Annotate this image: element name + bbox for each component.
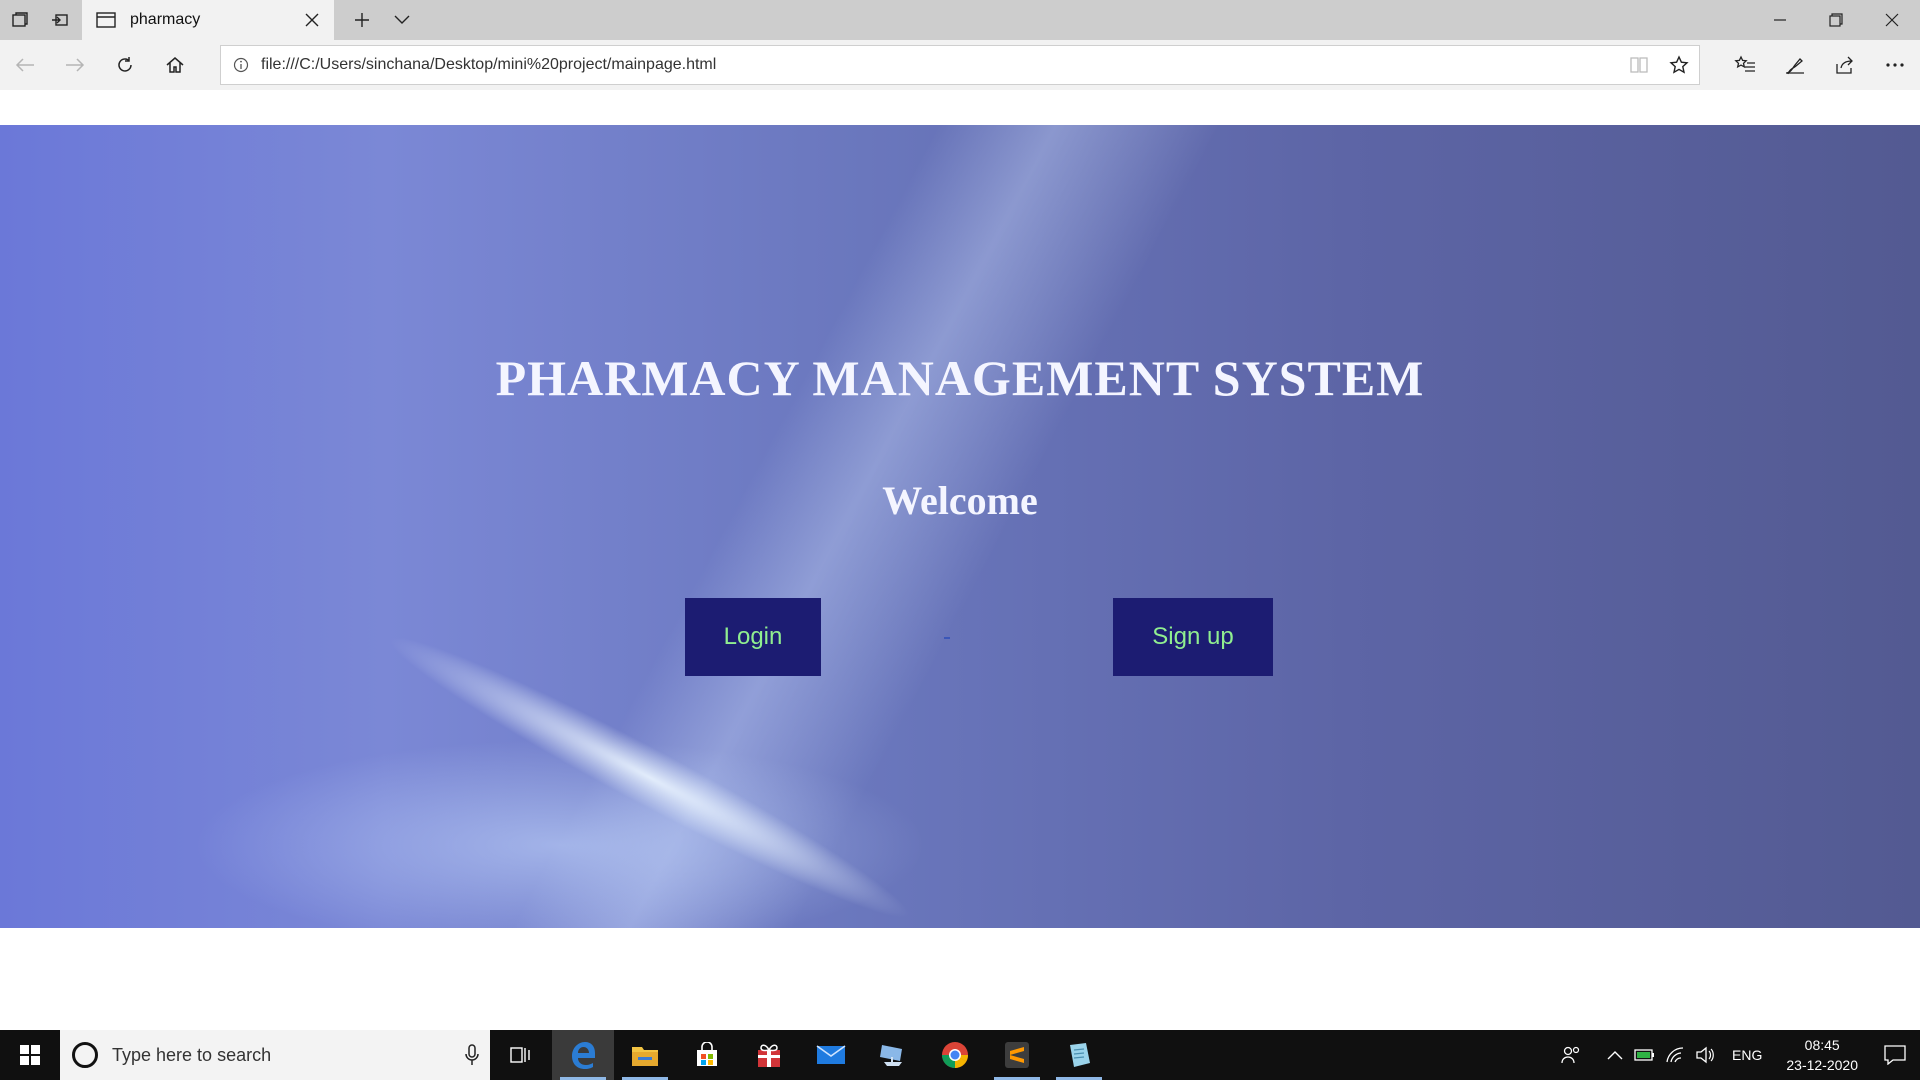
taskbar-edge[interactable]	[552, 1030, 614, 1080]
volume-icon[interactable]	[1690, 1030, 1720, 1080]
sublime-text-icon	[1005, 1042, 1029, 1068]
taskbar-notepad[interactable]	[1048, 1030, 1110, 1080]
set-tabs-aside-button[interactable]	[40, 0, 80, 40]
address-bar[interactable]: file:///C:/Users/sinchana/Desktop/mini%2…	[220, 45, 1700, 85]
back-button[interactable]	[0, 40, 50, 90]
reading-view-icon[interactable]	[1619, 46, 1659, 84]
favorites-list-icon	[1734, 55, 1755, 72]
chevron-up-icon[interactable]	[1600, 1030, 1630, 1080]
close-icon	[1885, 13, 1899, 27]
refresh-icon	[118, 57, 132, 72]
network-pc-icon	[880, 1045, 902, 1066]
taskbar-mail[interactable]	[800, 1030, 862, 1080]
close-window-button[interactable]	[1864, 0, 1920, 40]
battery-icon[interactable]	[1630, 1030, 1660, 1080]
tab-strip: pharmacy	[0, 0, 1920, 40]
tab-pharmacy[interactable]: pharmacy	[82, 0, 334, 40]
taskbar-search[interactable]: Type here to search	[60, 1030, 490, 1080]
more-button[interactable]	[1870, 40, 1920, 90]
refresh-button[interactable]	[100, 40, 150, 90]
taskbar-gift-app[interactable]	[738, 1030, 800, 1080]
clock[interactable]: 08:45 23-12-2020	[1774, 1035, 1870, 1075]
file-explorer-icon	[632, 1047, 658, 1066]
mail-icon	[816, 1045, 846, 1064]
home-button[interactable]	[150, 40, 200, 90]
tab-actions-button[interactable]	[0, 0, 40, 40]
restore-icon	[1829, 13, 1843, 27]
close-tab-icon[interactable]	[300, 8, 324, 32]
chrome-icon	[941, 1042, 969, 1069]
set-aside-icon	[52, 14, 68, 26]
page-icon	[94, 8, 118, 32]
browser-toolbar	[1720, 40, 1920, 90]
minimize-button[interactable]	[1752, 0, 1808, 40]
window-controls	[1752, 0, 1920, 40]
clock-time: 08:45	[1804, 1037, 1840, 1053]
page-viewport: PHARMACY MANAGEMENT SYSTEM Welcome Login…	[0, 90, 1920, 1030]
minimize-icon	[1774, 19, 1786, 21]
tabs-aside-icon	[12, 12, 28, 27]
edge-icon	[572, 1042, 595, 1069]
notification-icon	[1884, 1045, 1906, 1065]
restore-button[interactable]	[1808, 0, 1864, 40]
taskbar-network-app[interactable]	[862, 1030, 924, 1080]
hero-banner: PHARMACY MANAGEMENT SYSTEM Welcome Login…	[0, 125, 1920, 928]
tab-preview-button[interactable]	[382, 0, 422, 40]
chevron-down-icon	[394, 15, 410, 24]
action-center-button[interactable]	[1870, 1030, 1920, 1080]
info-icon[interactable]	[221, 46, 261, 84]
task-view-button[interactable]	[490, 1030, 552, 1080]
start-button[interactable]	[0, 1030, 60, 1080]
arrow-right-icon	[66, 58, 85, 72]
notepad-icon	[1070, 1043, 1090, 1067]
taskbar-file-explorer[interactable]	[614, 1030, 676, 1080]
taskbar-sublime-text[interactable]	[986, 1030, 1048, 1080]
wifi-icon[interactable]	[1660, 1030, 1690, 1080]
task-view-icon	[510, 1047, 530, 1063]
forward-button[interactable]	[50, 40, 100, 90]
taskbar-store[interactable]	[676, 1030, 738, 1080]
url-text[interactable]: file:///C:/Users/sinchana/Desktop/mini%2…	[261, 56, 1619, 74]
microphone-icon[interactable]	[454, 1030, 490, 1080]
pen-icon	[1786, 58, 1804, 75]
navigation-bar: file:///C:/Users/sinchana/Desktop/mini%2…	[0, 40, 1920, 90]
taskbar: Type here to search ENG 08:45 23-12-2020	[0, 1030, 1920, 1080]
system-tray: ENG 08:45 23-12-2020	[1556, 1030, 1920, 1080]
hidden-link[interactable]	[944, 637, 950, 639]
new-tab-button[interactable]	[342, 0, 382, 40]
search-placeholder[interactable]: Type here to search	[112, 1045, 454, 1066]
more-dots-icon	[1886, 63, 1904, 67]
windows-logo-icon	[20, 1045, 40, 1065]
store-icon	[697, 1042, 717, 1066]
gift-icon	[758, 1044, 780, 1067]
favorites-button[interactable]	[1720, 40, 1770, 90]
people-icon[interactable]	[1556, 1030, 1586, 1080]
login-button[interactable]: Login	[685, 598, 821, 676]
share-button[interactable]	[1820, 40, 1870, 90]
clock-date: 23-12-2020	[1786, 1057, 1858, 1073]
welcome-heading: Welcome	[882, 478, 1038, 523]
arrow-left-icon	[15, 58, 34, 72]
home-icon	[166, 57, 184, 73]
web-note-button[interactable]	[1770, 40, 1820, 90]
taskbar-chrome[interactable]	[924, 1030, 986, 1080]
share-icon	[1836, 56, 1853, 74]
cortana-icon[interactable]	[72, 1042, 98, 1068]
language-indicator[interactable]: ENG	[1720, 1047, 1774, 1063]
favorite-star-icon[interactable]	[1659, 46, 1699, 84]
signup-button[interactable]: Sign up	[1113, 598, 1273, 676]
page-title: PHARMACY MANAGEMENT SYSTEM	[495, 350, 1425, 406]
plus-icon	[355, 13, 369, 27]
tab-title: pharmacy	[130, 11, 201, 28]
